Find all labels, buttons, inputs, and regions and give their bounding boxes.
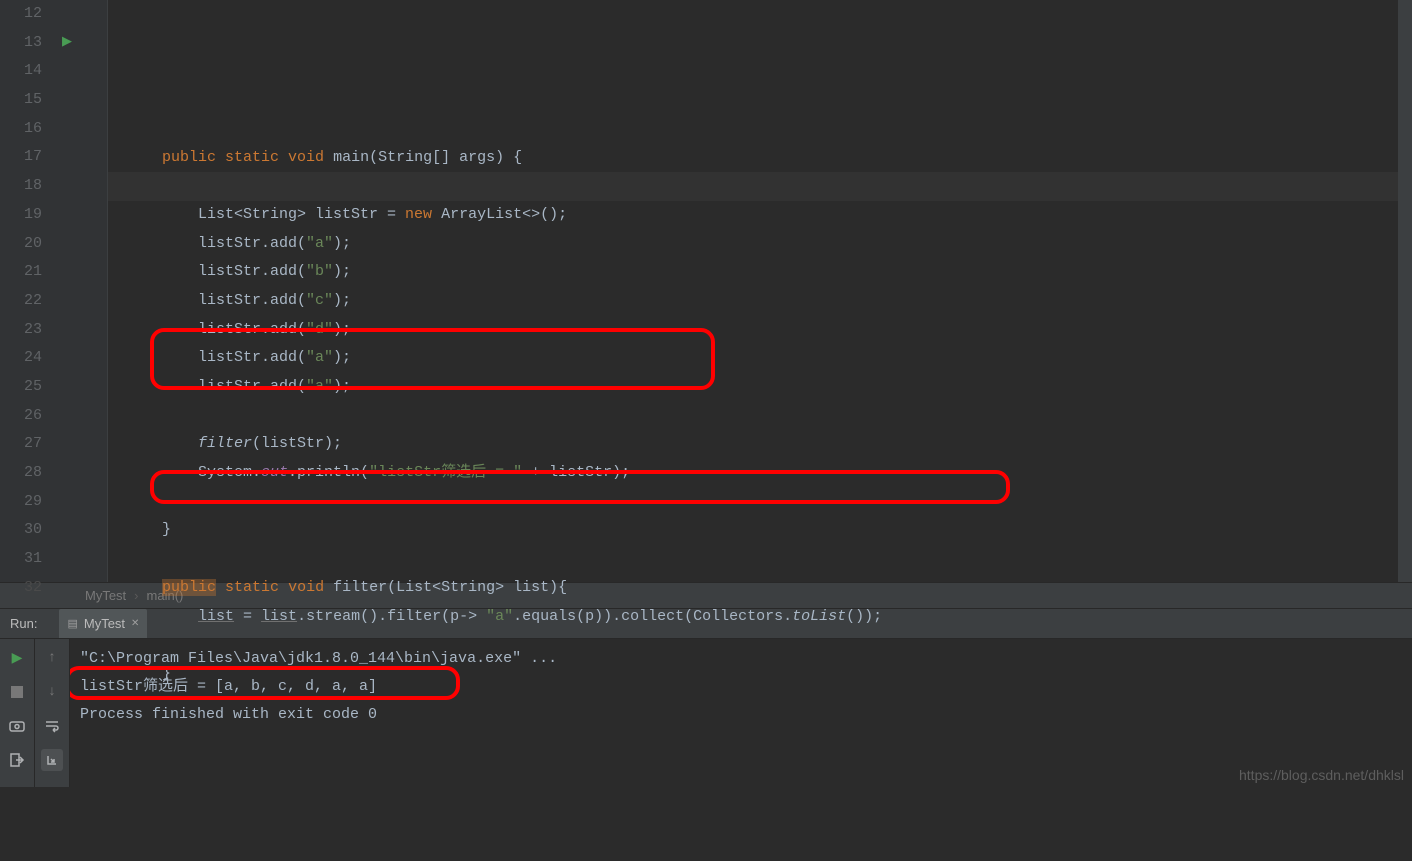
code-line[interactable]: public static void filter(List<String> l… <box>126 574 1412 603</box>
breadcrumb-class[interactable]: MyTest <box>85 588 126 603</box>
line-number: 32 <box>0 574 42 603</box>
code-line[interactable]: listStr.add("a"); <box>126 230 1412 259</box>
line-number: 24 <box>0 344 42 373</box>
line-number: 22 <box>0 287 42 316</box>
console-line: Process finished with exit code 0 <box>80 701 1402 729</box>
code-line[interactable] <box>126 402 1412 431</box>
watermark: https://blog.csdn.net/dhklsl <box>1239 767 1404 783</box>
code-line[interactable]: listStr.add("a"); <box>126 344 1412 373</box>
code-line[interactable]: filter(listStr); <box>126 430 1412 459</box>
line-number: 20 <box>0 230 42 259</box>
line-number: 19 <box>0 201 42 230</box>
code-line[interactable] <box>126 172 1412 201</box>
line-number: 13 <box>0 29 42 58</box>
line-number: 30 <box>0 516 42 545</box>
line-number: 29 <box>0 488 42 517</box>
code-line[interactable]: listStr.add("b"); <box>126 258 1412 287</box>
soft-wrap-button[interactable] <box>41 715 63 737</box>
line-number: 28 <box>0 459 42 488</box>
code-line[interactable]: listStr.add("d"); <box>126 316 1412 345</box>
line-number: 27 <box>0 430 42 459</box>
line-number: 15 <box>0 86 42 115</box>
line-number: 18 <box>0 172 42 201</box>
code-line[interactable]: } <box>126 660 1412 689</box>
code-line[interactable] <box>126 631 1412 660</box>
code-line[interactable] <box>126 115 1412 144</box>
dump-threads-button[interactable] <box>6 715 28 737</box>
scroll-up-button[interactable]: ↑ <box>41 647 63 669</box>
fold-gutter <box>90 0 108 582</box>
code-line[interactable]: list = list.stream().filter(p-> "a".equa… <box>126 603 1412 632</box>
line-number: 12 <box>0 0 42 29</box>
line-number: 31 <box>0 545 42 574</box>
code-line[interactable]: } <box>126 516 1412 545</box>
code-editor[interactable]: 12 13 14 15 16 17 18 19 20 21 22 23 24 2… <box>0 0 1412 582</box>
application-icon: ▤ <box>67 617 77 630</box>
run-tab-label: MyTest <box>84 616 125 631</box>
stop-button[interactable] <box>6 681 28 703</box>
code-line[interactable]: listStr.add("a"); <box>126 373 1412 402</box>
run-line-icon[interactable]: ▶ <box>62 34 72 49</box>
run-gutter: ▶ <box>60 0 90 582</box>
code-line[interactable]: List<String> listStr = new ArrayList<>()… <box>126 201 1412 230</box>
line-number: 23 <box>0 316 42 345</box>
code-line[interactable] <box>126 488 1412 517</box>
scroll-down-button[interactable]: ↓ <box>41 681 63 703</box>
line-number: 17 <box>0 143 42 172</box>
code-line[interactable]: public static void main(String[] args) { <box>126 144 1412 173</box>
line-number: 26 <box>0 402 42 431</box>
code-line[interactable]: System.out.println("listStr筛选后 = " + lis… <box>126 459 1412 488</box>
line-number: 16 <box>0 115 42 144</box>
code-line[interactable]: listStr.add("c"); <box>126 287 1412 316</box>
line-number-gutter: 12 13 14 15 16 17 18 19 20 21 22 23 24 2… <box>0 0 60 582</box>
code-line[interactable] <box>126 545 1412 574</box>
rerun-button[interactable]: ▶ <box>6 647 28 669</box>
run-panel-label: Run: <box>10 616 37 631</box>
run-toolbar-secondary: ↑ ↓ <box>35 639 70 787</box>
line-number: 21 <box>0 258 42 287</box>
code-area[interactable]: public static void main(String[] args) {… <box>108 0 1412 582</box>
line-number: 25 <box>0 373 42 402</box>
scroll-to-end-button[interactable] <box>41 749 63 771</box>
line-number: 14 <box>0 57 42 86</box>
run-toolbar-primary: ▶ <box>0 639 35 787</box>
exit-button[interactable] <box>6 749 28 771</box>
